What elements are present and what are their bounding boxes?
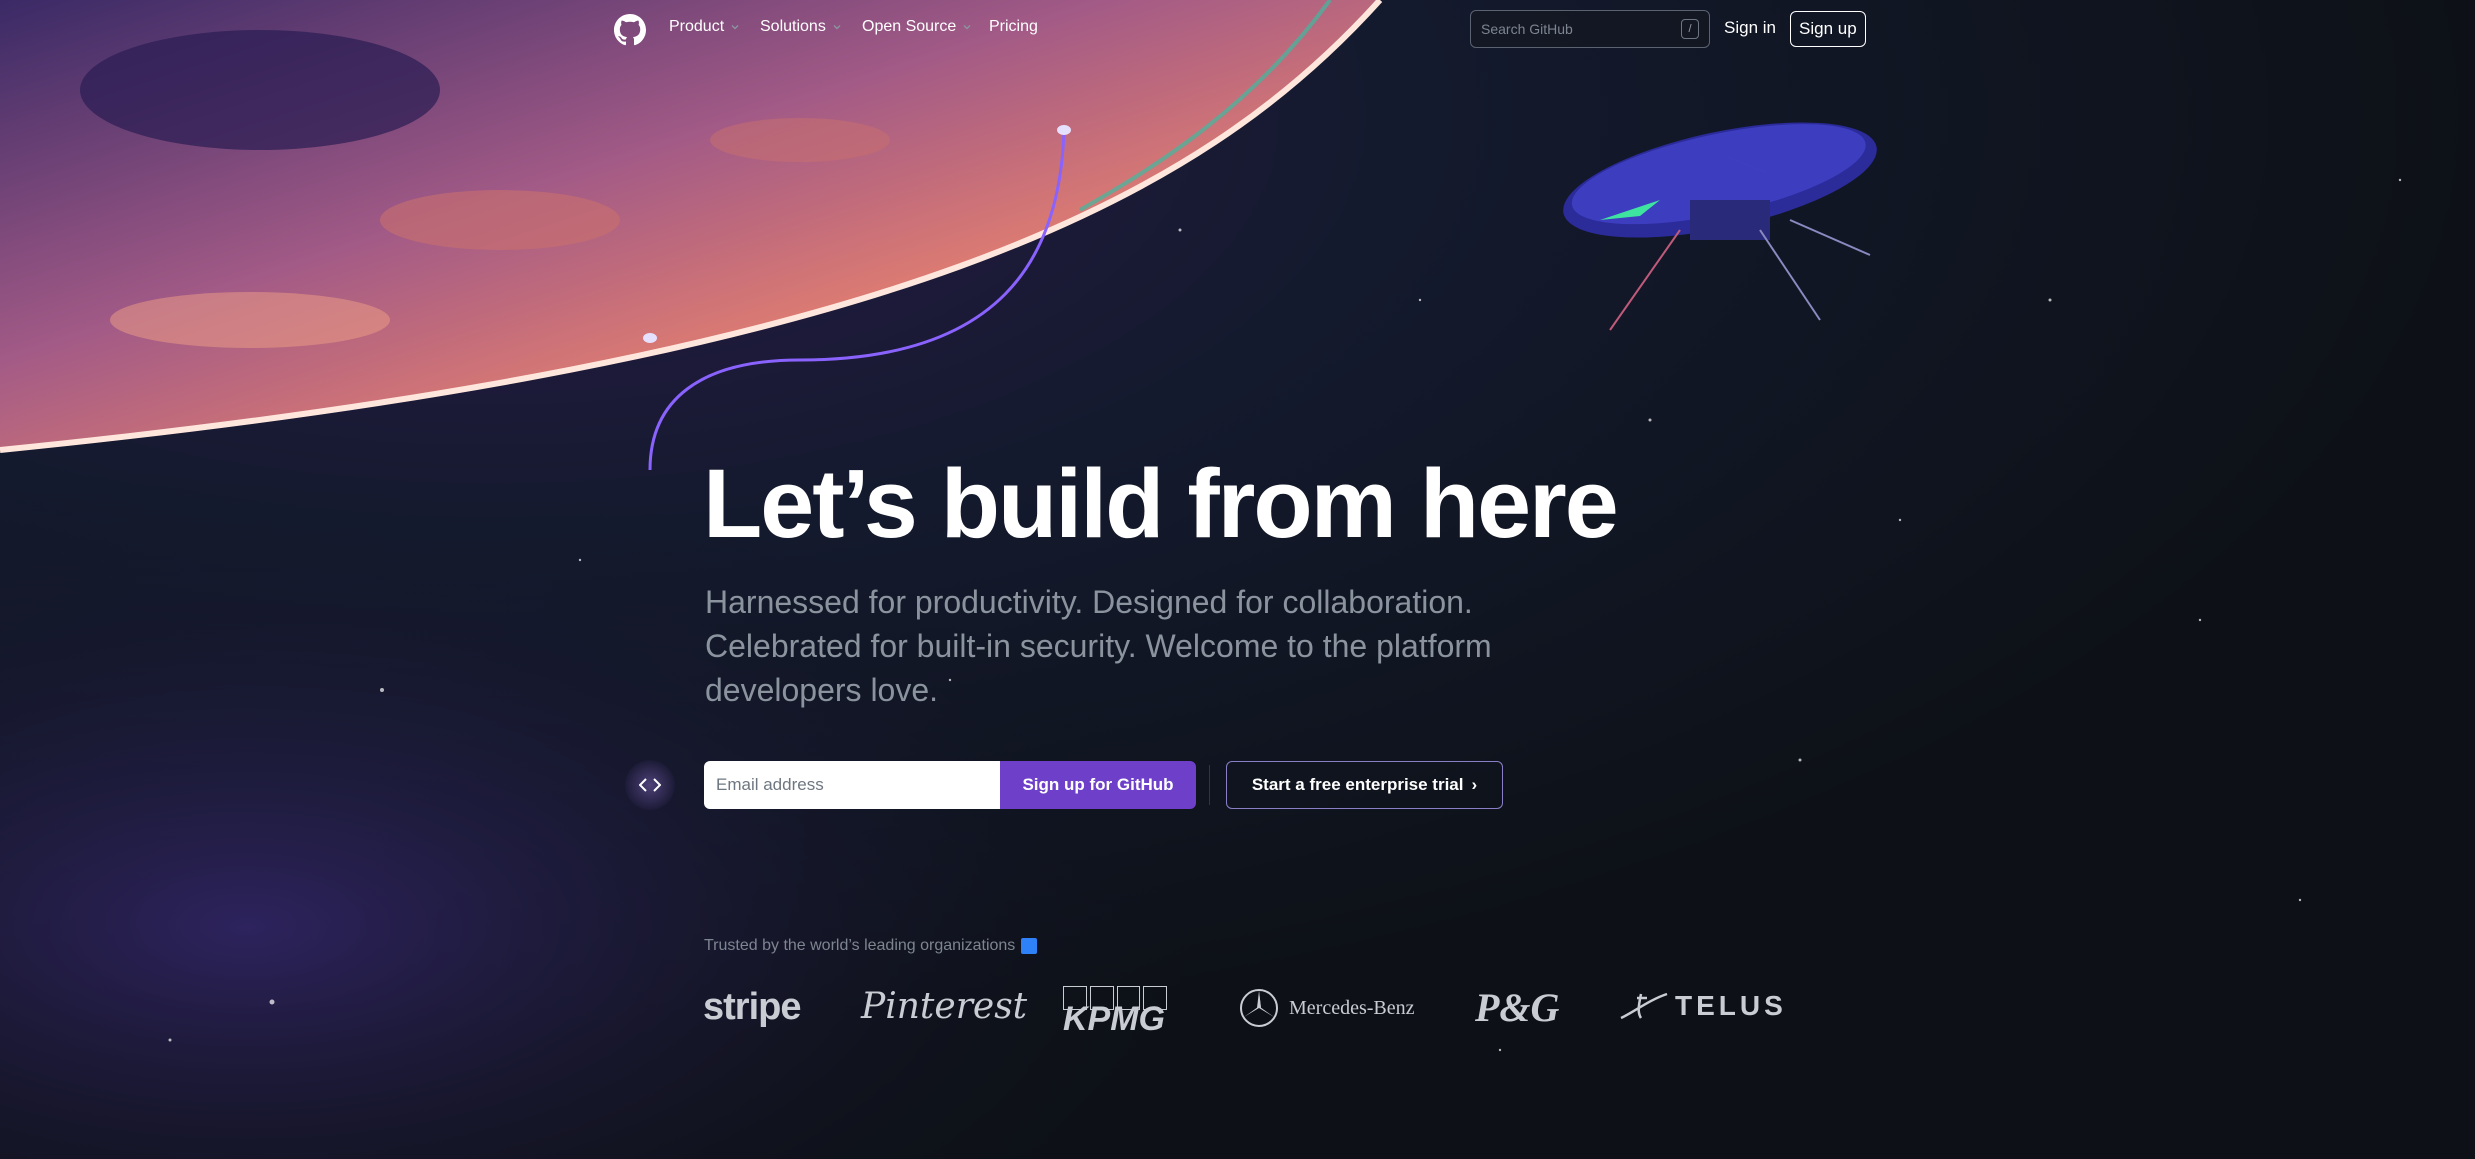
- nav-pricing-label: Pricing: [989, 18, 1038, 35]
- kpmg-logo: KPMG: [1063, 986, 1167, 1038]
- nav-open-source-label: Open Source: [862, 18, 957, 35]
- telus-logo: TELUS: [1619, 990, 1787, 1022]
- enterprise-trial-button[interactable]: Start a free enterprise trial ›: [1226, 761, 1503, 809]
- arrow-icon: [1021, 938, 1038, 954]
- github-octocat-icon[interactable]: [614, 14, 646, 46]
- email-field[interactable]: [704, 761, 1000, 809]
- trusted-text: Trusted by the world’s leading organizat…: [704, 937, 1016, 954]
- divider: [1209, 765, 1210, 805]
- search-input[interactable]: Search GitHub /: [1470, 10, 1710, 48]
- nav-product-label: Product: [669, 18, 725, 35]
- pinterest-logo: Pinterest: [861, 986, 1028, 1027]
- hero-subtitle: Harnessed for productivity. Designed for…: [705, 584, 1492, 708]
- enterprise-trial-label: Start a free enterprise trial: [1251, 775, 1464, 794]
- kpmg-text: KPMG: [1063, 1000, 1165, 1038]
- search-placeholder: Search GitHub: [1481, 21, 1573, 37]
- mercedes-benz-text: Mercedes-Benz: [1289, 996, 1415, 1019]
- nav-pricing[interactable]: Pricing: [989, 18, 1038, 36]
- telus-swoosh-icon: [1620, 992, 1668, 1020]
- search-shortcut-key: /: [1681, 19, 1699, 39]
- code-brackets-icon: [625, 760, 675, 810]
- top-nav: Product Solutions Open Source Pricing Se…: [0, 8, 2475, 50]
- nav-solutions[interactable]: Solutions: [760, 18, 842, 36]
- stripe-logo: stripe: [703, 986, 801, 1028]
- chevron-right-icon: ›: [1471, 775, 1478, 794]
- nav-product[interactable]: Product: [669, 18, 740, 36]
- mercedes-benz-logo: Mercedes-Benz: [1239, 988, 1415, 1028]
- chevron-down-icon: [833, 25, 841, 30]
- sign-in-link[interactable]: Sign in: [1724, 18, 1776, 38]
- chevron-down-icon: [963, 25, 971, 30]
- chevron-down-icon: [731, 25, 739, 30]
- hero-title: Let’s build from here: [703, 449, 1619, 558]
- telus-text: TELUS: [1675, 990, 1787, 1021]
- mercedes-star-icon: [1240, 989, 1278, 1027]
- trusted-by-label: Trusted by the world’s leading organizat…: [704, 937, 1038, 955]
- pg-logo: P&G: [1475, 985, 1560, 1030]
- sign-up-button[interactable]: Sign up: [1790, 11, 1866, 47]
- nav-open-source[interactable]: Open Source: [862, 18, 972, 36]
- nav-solutions-label: Solutions: [760, 18, 826, 35]
- signup-for-github-button[interactable]: Sign up for GitHub: [1000, 761, 1196, 809]
